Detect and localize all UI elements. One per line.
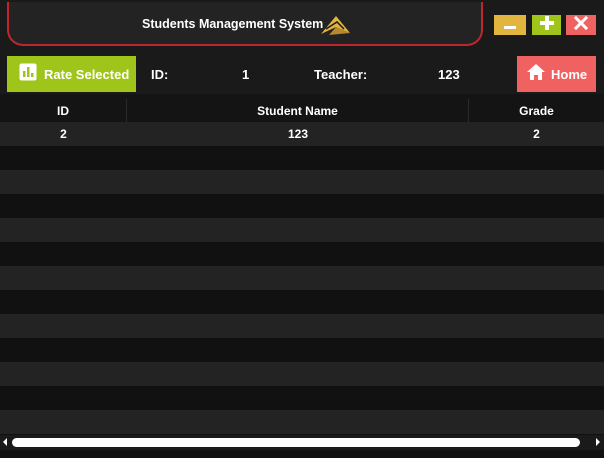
cell-id	[0, 314, 127, 338]
cell-grade	[469, 314, 604, 338]
cell-id	[0, 170, 127, 194]
minimize-button[interactable]	[494, 15, 526, 35]
home-icon	[526, 63, 546, 86]
cell-grade	[469, 386, 604, 410]
cell-grade	[469, 146, 604, 170]
cell-student-name	[127, 218, 469, 242]
cell-grade	[469, 290, 604, 314]
cell-grade	[469, 218, 604, 242]
table-row[interactable]	[0, 170, 604, 194]
cell-grade	[469, 410, 604, 434]
cell-id	[0, 218, 127, 242]
table-row[interactable]	[0, 218, 604, 242]
toolbar: Rate Selected ID: 1 Teacher: 123 Home	[0, 56, 604, 94]
cell-student-name	[127, 146, 469, 170]
cell-id	[0, 266, 127, 290]
rate-selected-label: Rate Selected	[44, 66, 130, 82]
cell-id	[0, 410, 127, 434]
title-bar: Students Management System	[0, 0, 604, 56]
table-row[interactable]	[0, 242, 604, 266]
rate-selected-button[interactable]: Rate Selected	[7, 56, 136, 92]
table-row[interactable]: 2 123 2	[0, 122, 604, 146]
table-row[interactable]	[0, 290, 604, 314]
table-row[interactable]	[0, 194, 604, 218]
cell-student-name	[127, 362, 469, 386]
column-header-id[interactable]: ID	[0, 99, 127, 122]
close-button[interactable]	[566, 15, 596, 35]
window-title: Students Management System	[142, 17, 324, 31]
cell-student-name	[127, 170, 469, 194]
cell-student-name	[127, 314, 469, 338]
table-row[interactable]	[0, 314, 604, 338]
table-row[interactable]	[0, 146, 604, 170]
column-header-student-name[interactable]: Student Name	[127, 99, 469, 122]
cell-student-name: 123	[287, 127, 309, 141]
table-row[interactable]	[0, 410, 604, 434]
table-header: ID Student Name Grade	[0, 99, 604, 122]
column-header-grade[interactable]: Grade	[469, 99, 604, 122]
table-row[interactable]	[0, 338, 604, 362]
table-row[interactable]	[0, 266, 604, 290]
cell-grade	[469, 242, 604, 266]
teacher-value: 123	[438, 67, 460, 82]
cell-id	[0, 290, 127, 314]
cell-grade	[469, 266, 604, 290]
students-table: ID Student Name Grade 2 123 2	[0, 99, 604, 458]
cell-grade	[469, 338, 604, 362]
cell-grade	[469, 362, 604, 386]
cell-id	[0, 242, 127, 266]
cell-student-name	[127, 242, 469, 266]
teacher-label: Teacher:	[314, 67, 368, 82]
cell-student-name	[127, 194, 469, 218]
cell-student-name	[127, 338, 469, 362]
cell-id	[0, 362, 127, 386]
table-body: 2 123 2	[0, 122, 604, 458]
scroll-right-icon[interactable]	[596, 438, 600, 446]
cell-id	[0, 146, 127, 170]
cell-id	[0, 194, 127, 218]
id-label: ID:	[151, 67, 169, 82]
plus-icon	[539, 15, 555, 36]
cell-id	[0, 386, 127, 410]
cell-id: 2	[60, 127, 67, 141]
bar-chart-icon	[19, 63, 37, 86]
minus-icon	[502, 15, 518, 36]
maximize-button[interactable]	[532, 15, 561, 35]
horizontal-scrollbar[interactable]	[0, 435, 604, 450]
cell-grade: 2	[533, 127, 540, 141]
table-row[interactable]	[0, 362, 604, 386]
cell-id	[0, 338, 127, 362]
scrollbar-thumb[interactable]	[12, 438, 580, 447]
cell-grade	[469, 194, 604, 218]
id-value: 1	[242, 67, 250, 82]
table-row[interactable]	[0, 386, 604, 410]
close-icon	[573, 15, 589, 35]
cell-student-name	[127, 386, 469, 410]
paper-plane-logo-icon	[319, 14, 351, 41]
cell-grade	[469, 170, 604, 194]
cell-student-name	[127, 290, 469, 314]
home-label: Home	[551, 66, 588, 82]
cell-student-name	[127, 410, 469, 434]
cell-student-name	[127, 266, 469, 290]
home-button[interactable]: Home	[517, 56, 596, 92]
scroll-left-icon[interactable]	[3, 438, 7, 446]
